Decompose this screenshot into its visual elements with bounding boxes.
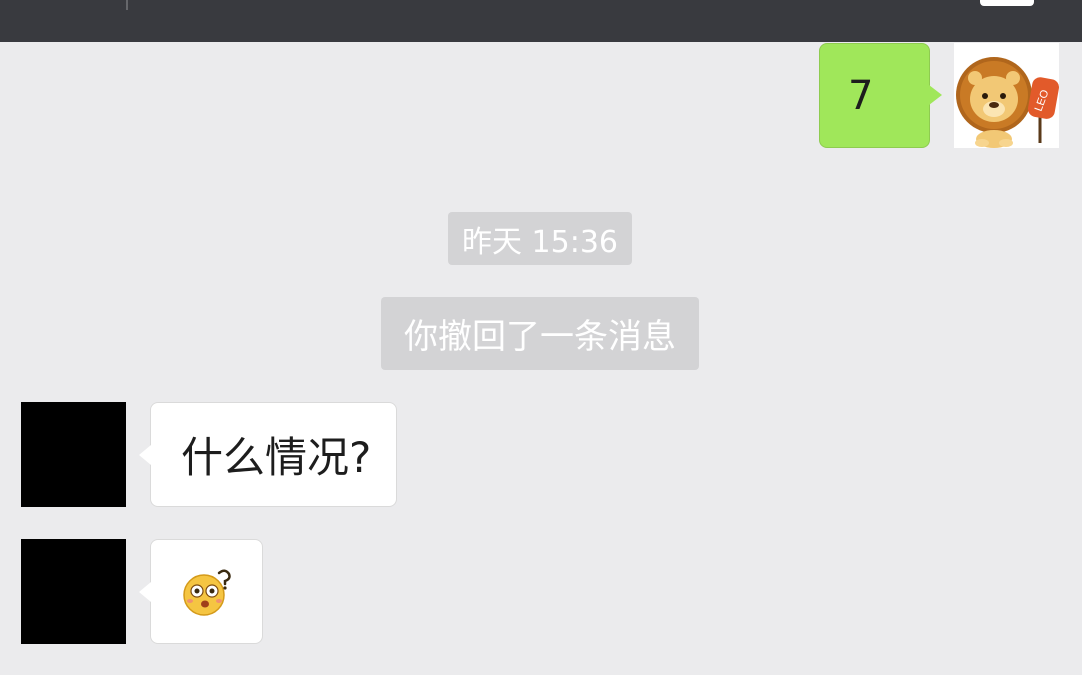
outgoing-message-bubble[interactable]: 7 <box>819 43 942 148</box>
recall-notice-text: 你撤回了一条消息 <box>404 317 676 357</box>
confused-face-emoji-icon <box>182 569 231 616</box>
more-menu-button[interactable] <box>980 0 1034 6</box>
incoming-message-bubble[interactable]: 什么情况? <box>139 402 397 507</box>
chat-header-bar <box>0 0 1082 42</box>
header-divider <box>126 0 128 10</box>
incoming-message-text: 什么情况? <box>181 433 372 482</box>
contact-avatar[interactable] <box>21 539 126 644</box>
lion-icon: LEO <box>956 57 1059 148</box>
contact-avatar[interactable] <box>21 402 126 507</box>
outgoing-message-text: 7 <box>848 72 874 119</box>
recall-notice[interactable]: 你撤回了一条消息 <box>381 297 699 370</box>
my-avatar[interactable]: LEO <box>954 43 1059 148</box>
timestamp-label: 昨天 15:36 <box>448 212 632 265</box>
incoming-emoji-bubble[interactable] <box>139 539 263 644</box>
timestamp-text: 昨天 15:36 <box>462 224 618 260</box>
